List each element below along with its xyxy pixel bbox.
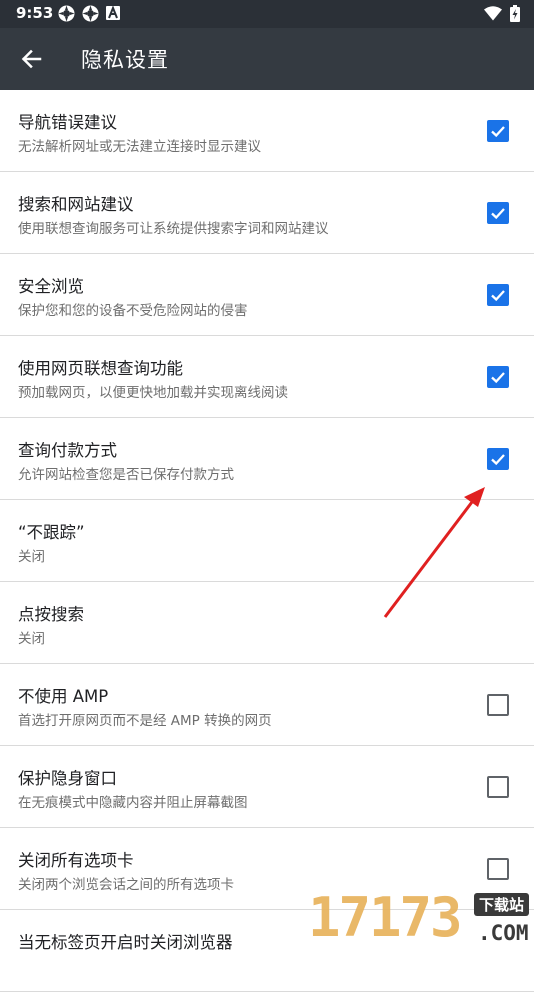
- checkbox-checked[interactable]: [487, 120, 509, 142]
- wifi-icon: [484, 6, 502, 21]
- setting-search-and-site-suggestions[interactable]: 搜索和网站建议 使用联想查询服务可让系统提供搜索字词和网站建议: [0, 172, 534, 254]
- app-notification-icon: [58, 5, 75, 22]
- checkmark-icon: [491, 454, 505, 466]
- checkmark-icon: [491, 126, 505, 138]
- checkmark-icon: [491, 372, 505, 384]
- setting-summary: 首选打开原网页而不是经 AMP 转换的网页: [18, 713, 272, 729]
- status-bar: 9:53: [0, 0, 534, 28]
- setting-summary: 关闭: [18, 631, 45, 647]
- font-a-icon: [106, 6, 120, 20]
- setting-title: 关闭所有选项卡: [18, 851, 134, 870]
- setting-do-not-track[interactable]: “不跟踪” 关闭: [0, 500, 534, 582]
- watermark-tag: 下载站: [474, 893, 530, 916]
- checkbox-unchecked[interactable]: [487, 858, 509, 880]
- setting-title: 当无标签页开启时关闭浏览器: [18, 933, 233, 952]
- setting-title: 查询付款方式: [18, 441, 117, 460]
- app-bar: 隐私设置: [0, 28, 534, 90]
- setting-summary: 关闭两个浏览会话之间的所有选项卡: [18, 877, 234, 893]
- checkbox-checked[interactable]: [487, 366, 509, 388]
- setting-disable-amp[interactable]: 不使用 AMP 首选打开原网页而不是经 AMP 转换的网页: [0, 664, 534, 746]
- setting-safe-browsing[interactable]: 安全浏览 保护您和您的设备不受危险网站的侵害: [0, 254, 534, 336]
- setting-navigation-error-suggestions[interactable]: 导航错误建议 无法解析网址或无法建立连接时显示建议: [0, 90, 534, 172]
- checkbox-checked[interactable]: [487, 448, 509, 470]
- setting-check-payment-methods[interactable]: 查询付款方式 允许网站检查您是否已保存付款方式: [0, 418, 534, 500]
- checkbox-checked[interactable]: [487, 284, 509, 306]
- notification-icons: [58, 5, 120, 22]
- page-title: 隐私设置: [81, 48, 169, 72]
- back-button[interactable]: [14, 41, 50, 77]
- site-watermark-logo: 17173 下载站 .COM: [308, 885, 534, 950]
- arrow-back-icon: [21, 49, 42, 69]
- checkmark-icon: [491, 208, 505, 220]
- setting-title: 安全浏览: [18, 277, 84, 296]
- setting-title: “不跟踪”: [18, 523, 85, 542]
- setting-title: 不使用 AMP: [18, 687, 109, 706]
- setting-summary: 预加载网页，以便更快地加载并实现离线阅读: [18, 385, 288, 401]
- setting-summary: 允许网站检查您是否已保存付款方式: [18, 467, 234, 483]
- checkbox-unchecked[interactable]: [487, 694, 509, 716]
- watermark-digits: 17173: [308, 886, 463, 949]
- privacy-settings-list: 导航错误建议 无法解析网址或无法建立连接时显示建议 搜索和网站建议 使用联想查询…: [0, 90, 534, 992]
- app-notification-icon: [82, 5, 99, 22]
- system-status-icons: [484, 5, 520, 22]
- setting-summary: 保护您和您的设备不受危险网站的侵害: [18, 303, 248, 319]
- checkbox-checked[interactable]: [487, 202, 509, 224]
- setting-summary: 在无痕模式中隐藏内容并阻止屏幕截图: [18, 795, 248, 811]
- watermark-domain: .COM: [478, 921, 529, 945]
- setting-protect-incognito-window[interactable]: 保护隐身窗口 在无痕模式中隐藏内容并阻止屏幕截图: [0, 746, 534, 828]
- setting-title: 搜索和网站建议: [18, 195, 134, 214]
- setting-summary: 使用联想查询服务可让系统提供搜索字词和网站建议: [18, 221, 329, 237]
- setting-title: 点按搜索: [18, 605, 84, 624]
- setting-summary: 无法解析网址或无法建立连接时显示建议: [18, 139, 261, 155]
- checkmark-icon: [491, 290, 505, 302]
- setting-page-prefetch[interactable]: 使用网页联想查询功能 预加载网页，以便更快地加载并实现离线阅读: [0, 336, 534, 418]
- status-time: 9:53: [16, 4, 54, 22]
- setting-summary: 关闭: [18, 549, 45, 565]
- checkbox-unchecked[interactable]: [487, 776, 509, 798]
- setting-title: 保护隐身窗口: [18, 769, 117, 788]
- setting-touch-to-search[interactable]: 点按搜索 关闭: [0, 582, 534, 664]
- battery-charging-icon: [510, 5, 520, 22]
- setting-title: 导航错误建议: [18, 113, 117, 132]
- setting-title: 使用网页联想查询功能: [18, 359, 183, 378]
